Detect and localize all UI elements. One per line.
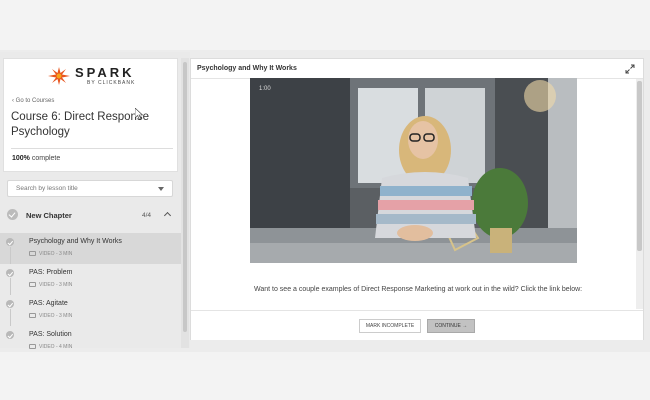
lesson-item-problem[interactable]: PAS: Problem VIDEO - 3 MIN <box>0 264 181 295</box>
video-icon <box>29 282 36 287</box>
lesson-title: Psychology and Why It Works <box>29 238 122 245</box>
check-circle-icon <box>7 209 18 220</box>
check-circle-icon <box>6 300 14 308</box>
main-scrollbar-thumb[interactable] <box>637 81 642 251</box>
chevron-up-icon[interactable] <box>163 211 172 220</box>
letterbox-top <box>0 0 650 50</box>
course-card: SPARK BY CLICKBANK ‹ Go to Courses Cours… <box>3 58 178 172</box>
progress-text: 100% complete <box>12 155 60 162</box>
lesson-body-text: Want to see a couple examples of Direct … <box>254 286 583 293</box>
chapter-header[interactable]: New Chapter 4/4 <box>3 205 180 227</box>
chapter-name: New Chapter <box>26 211 72 220</box>
progress-percent: 100% <box>12 155 30 162</box>
lesson-search-select[interactable]: Search by lesson title <box>7 180 173 197</box>
video-icon <box>29 344 36 349</box>
spark-star-icon <box>48 67 70 85</box>
timeline-line <box>9 247 11 264</box>
lesson-duration: VIDEO - 4 MIN <box>39 344 73 350</box>
go-to-courses-link[interactable]: ‹ Go to Courses <box>12 98 54 104</box>
screen: SPARK BY CLICKBANK ‹ Go to Courses Cours… <box>0 0 650 400</box>
lesson-heading: Psychology and Why It Works <box>197 65 297 72</box>
lesson-duration: VIDEO - 3 MIN <box>39 313 73 319</box>
lesson-meta: VIDEO - 3 MIN <box>29 282 72 288</box>
lesson-duration: VIDEO - 3 MIN <box>39 251 73 257</box>
video-frame-image <box>250 78 577 263</box>
course-title: Course 6: Direct Response Psychology <box>11 111 150 138</box>
lesson-meta: VIDEO - 3 MIN <box>29 313 72 319</box>
search-placeholder: Search by lesson title <box>16 185 78 192</box>
mouse-cursor-icon <box>135 108 143 120</box>
lesson-header: Psychology and Why It Works <box>191 59 643 79</box>
check-circle-icon <box>6 269 14 277</box>
lesson-title: PAS: Solution <box>29 331 72 338</box>
video-counter: 1:00 <box>259 86 271 92</box>
continue-button[interactable]: CONTINUE → <box>427 319 475 333</box>
lesson-meta: VIDEO - 4 MIN <box>29 344 72 350</box>
chevron-down-icon <box>158 187 164 191</box>
lesson-title: PAS: Problem <box>29 269 73 276</box>
lesson-meta: VIDEO - 3 MIN <box>29 251 72 257</box>
lesson-footer: MARK INCOMPLETE CONTINUE → <box>191 310 643 340</box>
lesson-item-psychology[interactable]: Psychology and Why It Works VIDEO - 3 MI… <box>0 233 181 264</box>
lesson-title: PAS: Agitate <box>29 300 68 307</box>
brand-name: SPARK <box>75 65 135 80</box>
video-icon <box>29 313 36 318</box>
lesson-item-agitate[interactable]: PAS: Agitate VIDEO - 3 MIN <box>0 295 181 326</box>
video-icon <box>29 251 36 256</box>
expand-icon[interactable] <box>625 64 635 74</box>
sidebar-scrollbar-thumb[interactable] <box>183 62 187 332</box>
lesson-item-solution[interactable]: PAS: Solution VIDEO - 4 MIN <box>0 326 181 350</box>
spark-logo: SPARK BY CLICKBANK <box>48 65 148 89</box>
chapter-count: 4/4 <box>142 212 152 219</box>
check-circle-icon <box>6 331 14 339</box>
lesson-duration: VIDEO - 3 MIN <box>39 282 73 288</box>
timeline-line <box>9 278 11 295</box>
divider <box>11 148 173 149</box>
mark-incomplete-button[interactable]: MARK INCOMPLETE <box>359 319 421 333</box>
brand-sub: BY CLICKBANK <box>87 80 136 86</box>
check-circle-icon <box>6 238 14 246</box>
timeline-line <box>9 309 11 326</box>
letterbox-bottom <box>0 352 650 400</box>
video-player[interactable]: 1:00 <box>250 78 577 263</box>
lesson-panel: Psychology and Why It Works 1:00 Want to… <box>190 58 644 340</box>
progress-label: complete <box>29 155 61 162</box>
continue-label: CONTINUE <box>434 323 461 329</box>
arrow-right-icon: → <box>462 323 468 329</box>
